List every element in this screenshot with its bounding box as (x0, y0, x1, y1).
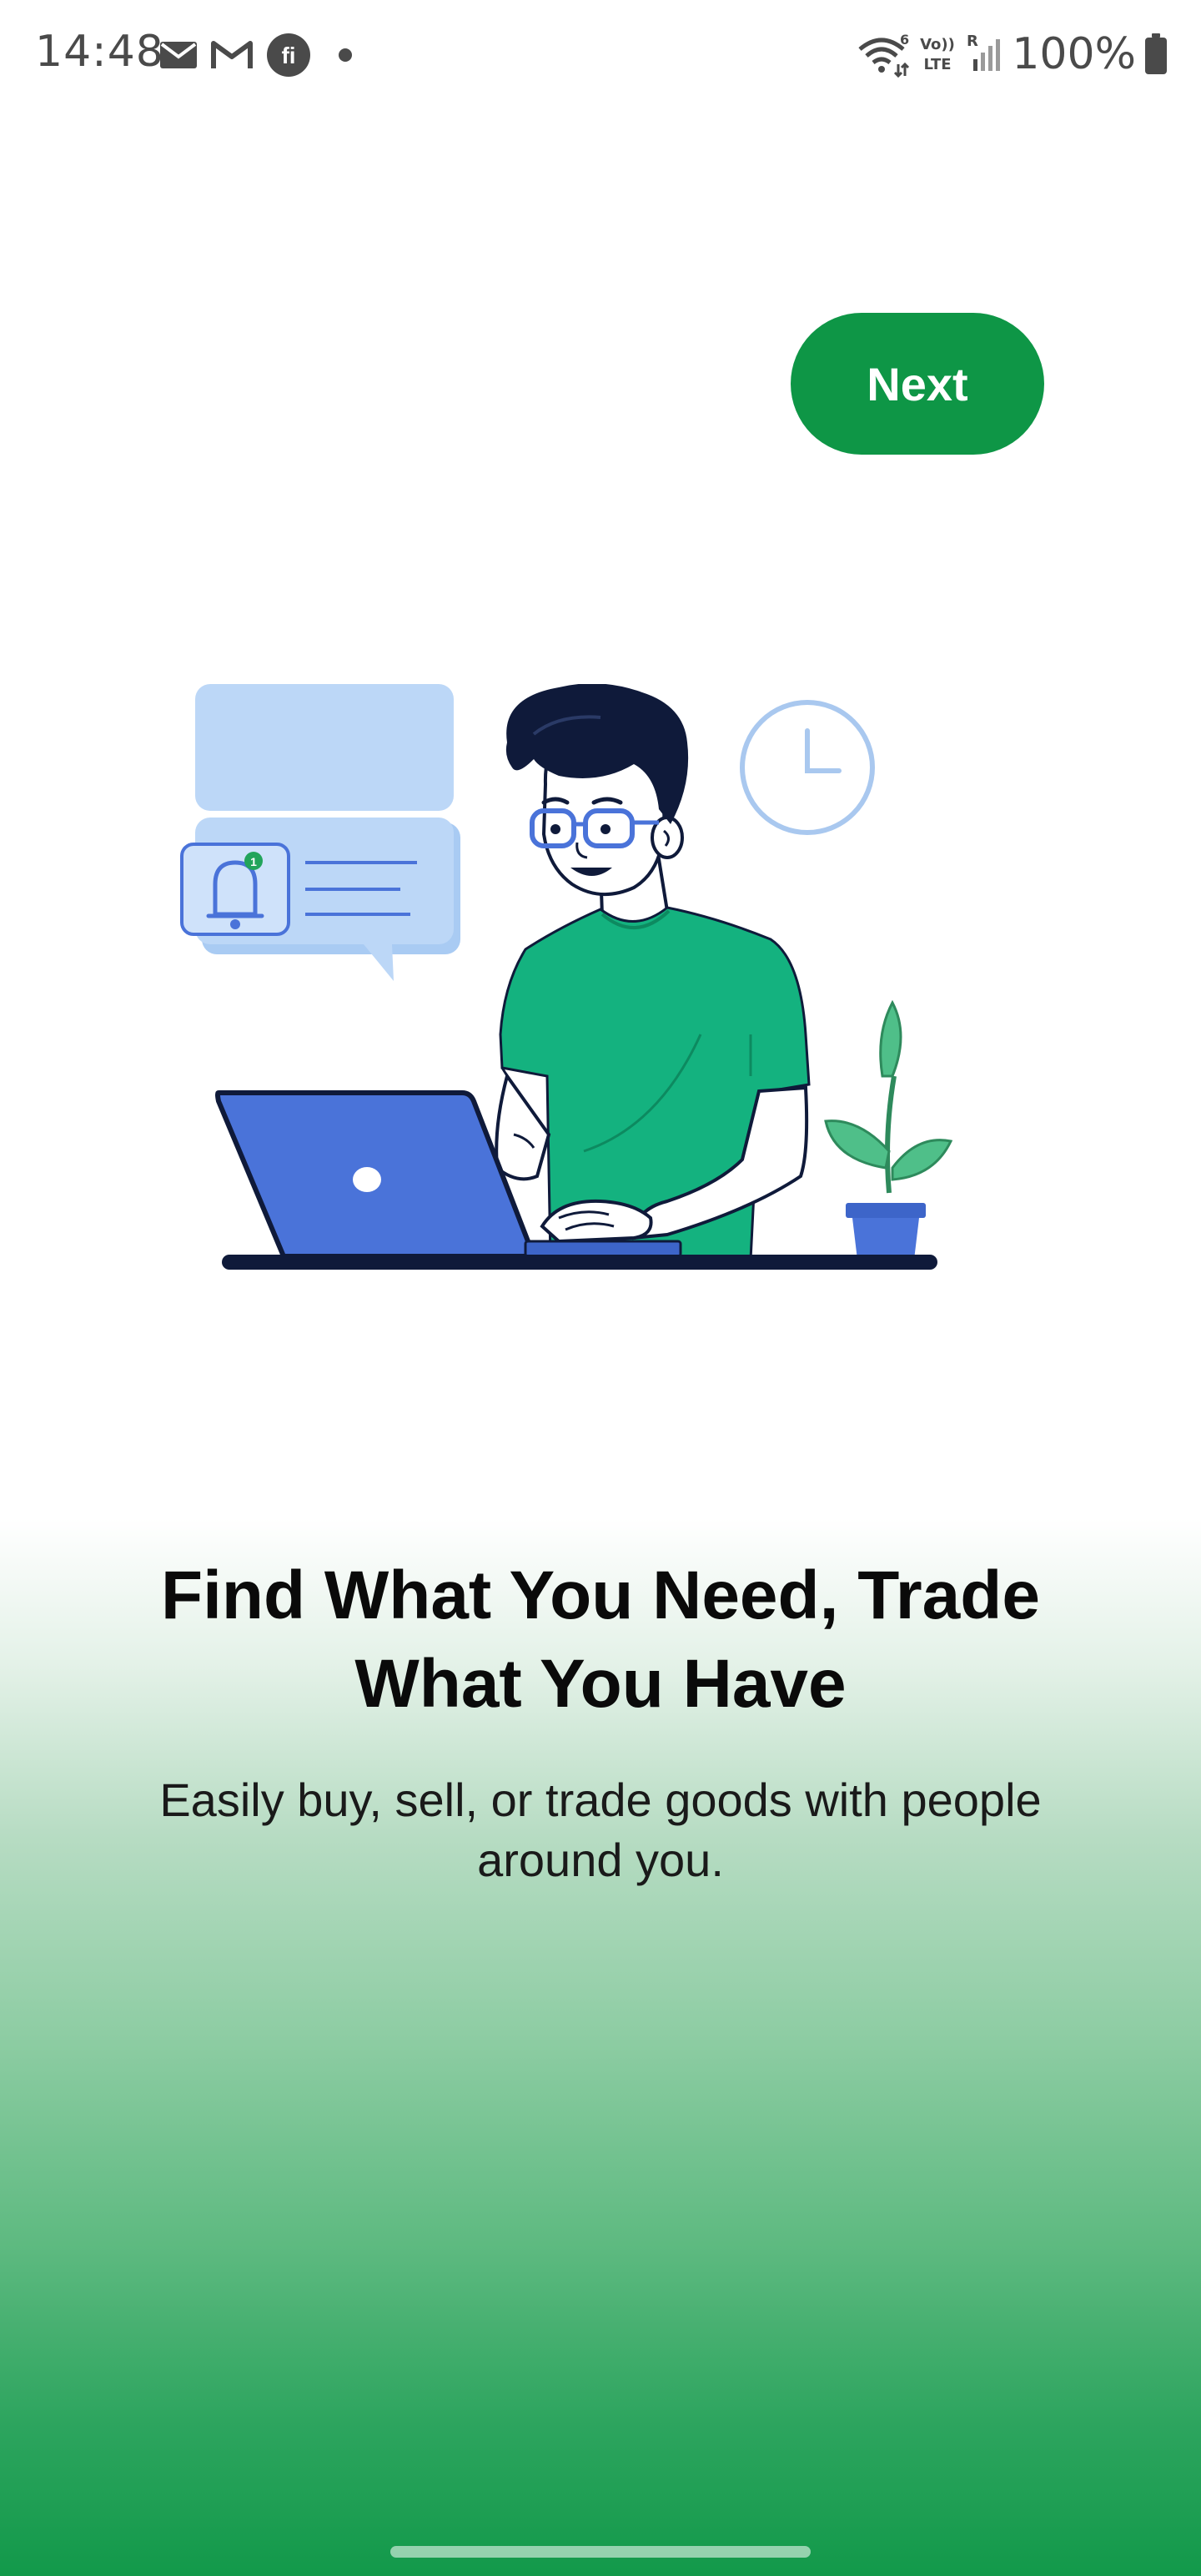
gmail-icon (211, 41, 253, 68)
home-indicator[interactable] (390, 2546, 811, 2558)
svg-text:LTE: LTE (924, 56, 952, 73)
next-button[interactable]: Next (791, 313, 1044, 455)
svg-text:6: 6 (900, 32, 909, 48)
mail-icon (160, 42, 197, 68)
wifi-icon: 6 (858, 32, 909, 78)
onboarding-subtitle: Easily buy, sell, or trade goods with pe… (159, 1774, 1042, 1886)
fi-app-icon: fi (267, 33, 310, 77)
plant-illustration (824, 999, 953, 1260)
status-time: 14:48 (35, 27, 164, 77)
message-bubble-illustration: 1 (180, 684, 460, 981)
system-icons: 6 Vo)) LTE R 100% (857, 25, 1168, 83)
onboarding-headline: Find What You Need, Trade What You Have (161, 1557, 1040, 1722)
status-bar: 14:48 fi 6 Vo)) LTE R 100% (0, 0, 1201, 108)
notification-icons: fi (158, 32, 357, 78)
volte-icon: Vo)) LTE (920, 36, 955, 73)
battery-percentage: 100% (1012, 29, 1136, 79)
svg-text:R: R (967, 33, 978, 50)
person-illustration (495, 684, 811, 1261)
svg-text:1: 1 (250, 855, 257, 868)
svg-text:fi: fi (281, 43, 295, 68)
dot-icon (339, 48, 352, 62)
onboarding-illustration: 1 (180, 684, 953, 1270)
onboarding-screen: 14:48 fi 6 Vo)) LTE R 100% Next 1 Find W… (0, 0, 1201, 2576)
battery-icon (1145, 33, 1167, 74)
signal-icon: R (967, 33, 1001, 71)
svg-text:Vo)): Vo)) (920, 36, 955, 53)
clock-icon (740, 700, 875, 835)
desk-illustration (222, 1255, 937, 1270)
